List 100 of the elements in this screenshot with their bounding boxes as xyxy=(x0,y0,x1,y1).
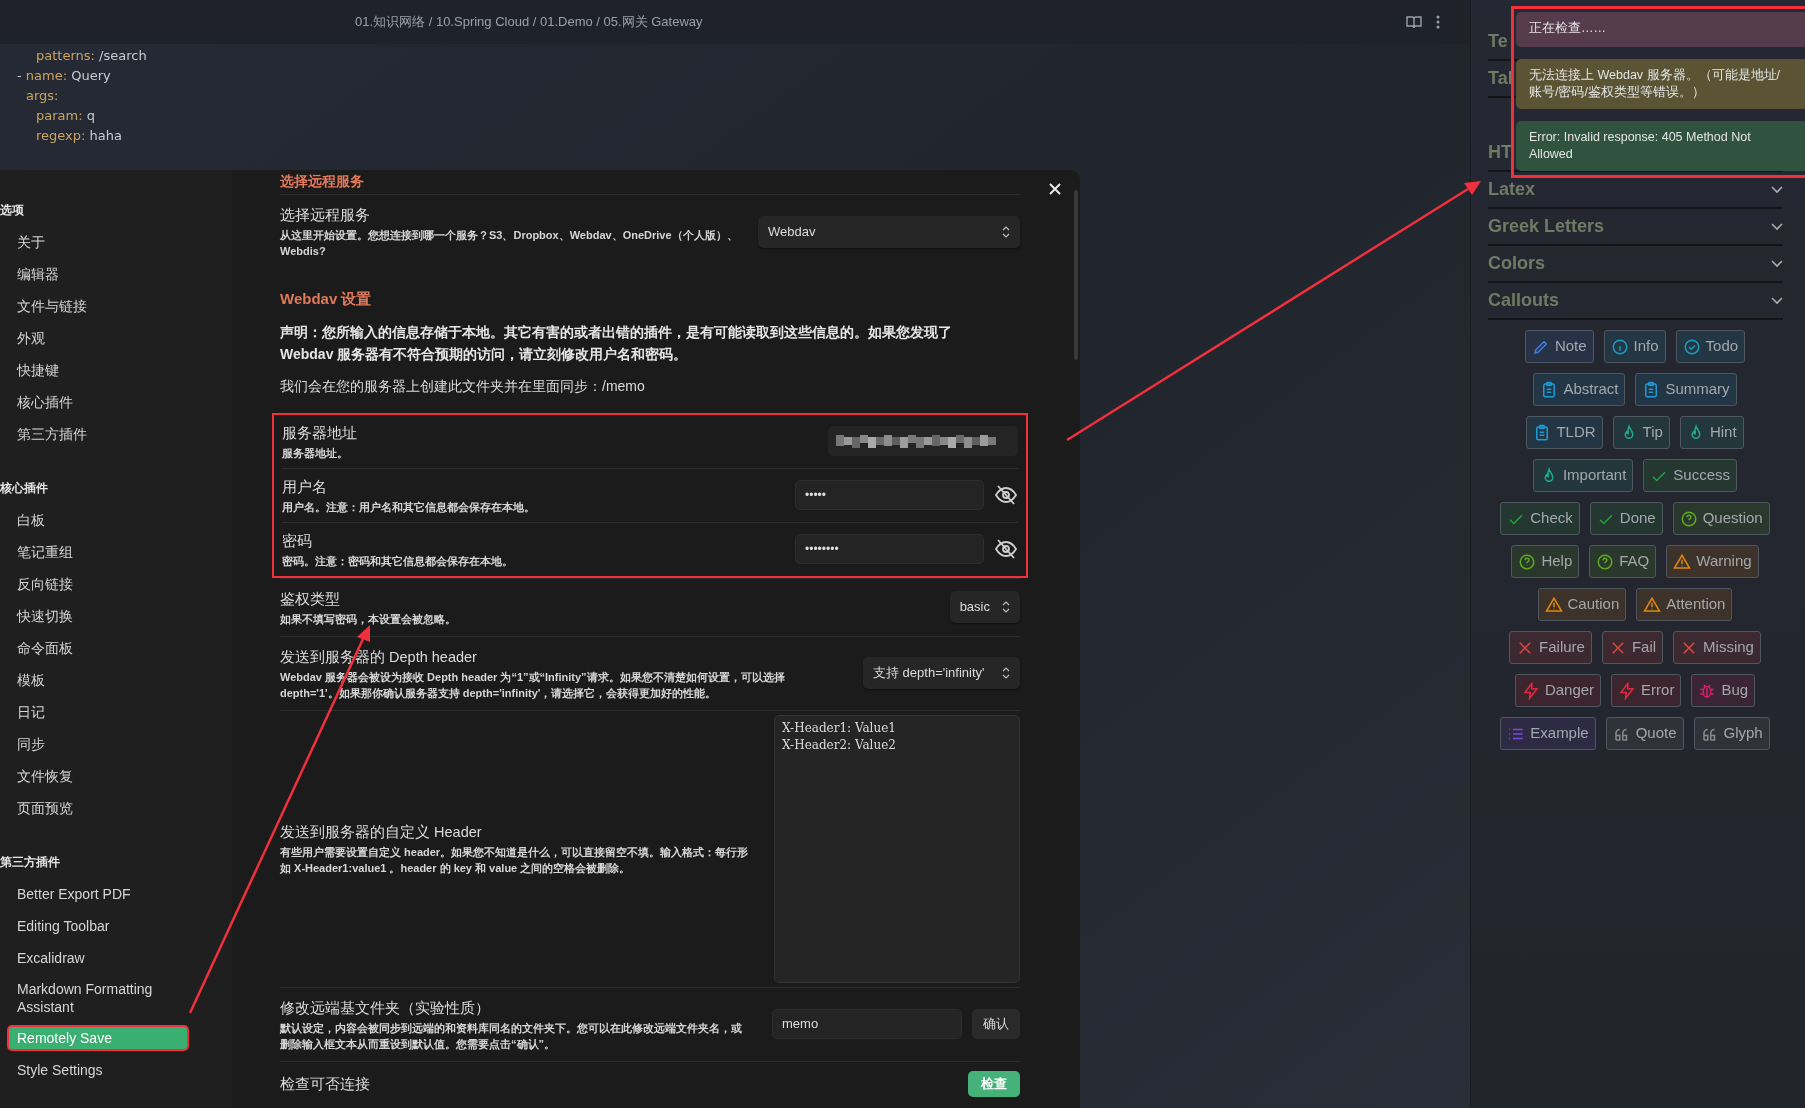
eye-slash-icon[interactable] xyxy=(994,484,1018,506)
callout-button[interactable]: Example xyxy=(1500,717,1596,750)
settings-nav-item[interactable]: Markdown Formatting Assistant xyxy=(8,978,218,1018)
settings-nav-item[interactable]: 日记 xyxy=(8,700,218,724)
callout-button[interactable]: Error xyxy=(1611,674,1682,707)
callout-button[interactable]: Danger xyxy=(1514,674,1602,707)
settings-nav-item[interactable]: 核心插件 xyxy=(8,390,218,414)
callout-button[interactable]: Hint xyxy=(1679,416,1744,449)
settings-nav-item[interactable]: 文件恢复 xyxy=(8,764,218,788)
setting-description: 默认设定，内容会被同步到远端的和资料库同名的文件夹下。您可以在此修改远端文件夹名，或删除输入框文本从而重设到默认值。您需要点击“确认”。 xyxy=(280,1020,743,1052)
callout-button[interactable]: Abstract xyxy=(1533,373,1626,406)
setting-title: 发送到服务器的自定义 Header xyxy=(280,823,483,842)
code-line: patterns: /search xyxy=(36,48,147,63)
callout-button[interactable]: Check xyxy=(1500,502,1580,535)
setting-title: 密码 xyxy=(282,531,313,551)
dropdown[interactable]: basic xyxy=(949,591,1020,623)
chevron-icon xyxy=(1002,601,1010,613)
code-line: - name: Query xyxy=(17,68,111,83)
section-heading[interactable]: Callouts xyxy=(1488,287,1559,314)
chevron-icon[interactable] xyxy=(1771,185,1783,194)
chevron-icon xyxy=(1002,225,1010,238)
setting-description: 密码。注意：密码和其它信息都会保存在本地。 xyxy=(282,553,514,569)
callout-button[interactable]: Info xyxy=(1603,330,1666,363)
input-field[interactable]: memo xyxy=(772,1009,962,1039)
password-field[interactable]: ••••• xyxy=(795,480,984,510)
setting-title: 鉴权类型 xyxy=(280,589,341,609)
chevron-icon[interactable] xyxy=(1771,296,1783,305)
code-line: regexp: haha xyxy=(36,128,122,143)
section-heading[interactable]: Colors xyxy=(1488,250,1545,277)
callout-button[interactable]: Important xyxy=(1532,459,1634,492)
chevron-icon xyxy=(1002,667,1010,679)
setting-title: 服务器地址 xyxy=(282,423,358,443)
callout-button[interactable]: Bug xyxy=(1691,674,1756,707)
setting-title: 用户名 xyxy=(282,477,328,497)
more-options-icon[interactable] xyxy=(1436,15,1440,29)
setting-description: 从这里开始设置。您想连接到哪一个服务？S3、Dropbox、Webdav、OneDrive（个人版）、Webdis? xyxy=(280,228,738,259)
settings-nav-item[interactable]: 模板 xyxy=(8,668,218,692)
settings-nav-item[interactable]: 关于 xyxy=(8,230,218,254)
eye-slash-icon[interactable] xyxy=(994,538,1018,560)
settings-nav-item[interactable]: 外观 xyxy=(8,326,218,350)
setting-title: 修改远端基文件夹（实验性质） xyxy=(280,998,491,1018)
settings-nav-item[interactable]: 快捷键 xyxy=(8,358,218,382)
callout-button[interactable]: Failure xyxy=(1509,631,1592,664)
callout-button[interactable]: Glyph xyxy=(1693,717,1770,750)
text-area[interactable]: X-Header1: Value1 X-Header2: Value2 xyxy=(774,714,1020,983)
dropdown[interactable]: 支持 depth='infinity' xyxy=(863,657,1020,689)
callout-button[interactable]: Todo xyxy=(1675,330,1746,363)
setting-title: 发送到服务器的 Depth header xyxy=(280,647,478,667)
settings-nav-item[interactable]: Editing Toolbar xyxy=(8,914,218,938)
section-heading[interactable]: Greek Letters xyxy=(1488,213,1605,240)
breadcrumb: 01.知识网络 / 10.Spring Cloud / 01.Demo / 05.网关 Gateway xyxy=(355,13,703,32)
input-field[interactable] xyxy=(828,426,1018,456)
setting-description: 服务器地址。 xyxy=(282,445,349,461)
settings-nav-item[interactable]: Style Settings xyxy=(8,1058,218,1082)
callout-button[interactable]: Summary xyxy=(1635,373,1737,406)
dropdown[interactable]: Webdav xyxy=(758,215,1020,248)
book-icon[interactable] xyxy=(1406,15,1422,29)
setting-description: 如果不填写密码，本设置会被忽略。 xyxy=(280,611,457,627)
settings-nav-item[interactable]: 反向链接 xyxy=(8,572,218,596)
settings-nav-item[interactable]: 同步 xyxy=(8,732,218,756)
group-heading: 核心插件 xyxy=(0,480,49,497)
settings-nav-item[interactable]: Excalidraw xyxy=(8,946,218,970)
section-heading[interactable]: Tal xyxy=(1488,65,1513,92)
callout-button[interactable]: FAQ xyxy=(1589,545,1657,578)
settings-nav-item[interactable]: 命令面板 xyxy=(8,636,218,660)
setting-description: 有些用户需要设置自定义 header。如果您不知道是什么，可以直接留空不填。输入格式：每行形如 X-Header1:value1 。header 的 key 和 value 之间的空格会被删除。 xyxy=(280,845,750,876)
section-heading: 选择远程服务 xyxy=(280,172,365,191)
setting-title: 检查可否连接 xyxy=(280,1074,371,1094)
settings-nav-item[interactable]: 快速切换 xyxy=(8,604,218,628)
password-field[interactable]: •••••••• xyxy=(795,534,984,564)
callout-button[interactable]: Success xyxy=(1643,459,1738,492)
section-heading: Webdav 设置 xyxy=(280,289,373,309)
setting-description: 用户名。注意：用户名和其它信息都会保存在本地。 xyxy=(282,499,536,515)
callout-button[interactable]: TLDR xyxy=(1526,416,1603,449)
chevron-icon[interactable] xyxy=(1771,259,1783,268)
callout-button[interactable]: Done xyxy=(1589,502,1663,535)
setting-title: 选择远程服务 xyxy=(280,206,371,225)
callout-button[interactable]: Warning xyxy=(1666,545,1759,578)
settings-nav-item[interactable]: Better Export PDF xyxy=(8,882,218,906)
settings-nav-item[interactable]: 笔记重组 xyxy=(8,540,218,564)
callout-button[interactable]: Fail xyxy=(1601,631,1664,664)
section-heading[interactable]: Latex xyxy=(1488,176,1536,203)
section-heading[interactable]: Te xyxy=(1488,28,1508,55)
settings-nav-item[interactable]: 编辑器 xyxy=(8,262,218,286)
callout-button[interactable]: Quote xyxy=(1605,717,1684,750)
callout-button[interactable]: Tip xyxy=(1612,416,1670,449)
settings-nav-item[interactable]: 文件与链接 xyxy=(8,294,218,318)
callout-button[interactable]: Question xyxy=(1672,502,1770,535)
callout-button[interactable]: Help xyxy=(1511,545,1580,578)
confirm-button[interactable]: 确认 xyxy=(972,1009,1020,1039)
chevron-icon[interactable] xyxy=(1771,222,1783,231)
section-heading[interactable]: HT xyxy=(1488,139,1512,166)
settings-nav-item[interactable]: 页面预览 xyxy=(8,796,218,820)
callout-button[interactable]: Caution xyxy=(1537,588,1627,621)
callout-button[interactable]: Attention xyxy=(1636,588,1733,621)
settings-nav-item[interactable]: 第三方插件 xyxy=(8,422,218,446)
callout-button[interactable]: Note xyxy=(1524,330,1594,363)
callout-button[interactable]: Missing xyxy=(1673,631,1761,664)
close-icon xyxy=(1048,182,1062,196)
settings-nav-item[interactable]: 白板 xyxy=(8,508,218,532)
